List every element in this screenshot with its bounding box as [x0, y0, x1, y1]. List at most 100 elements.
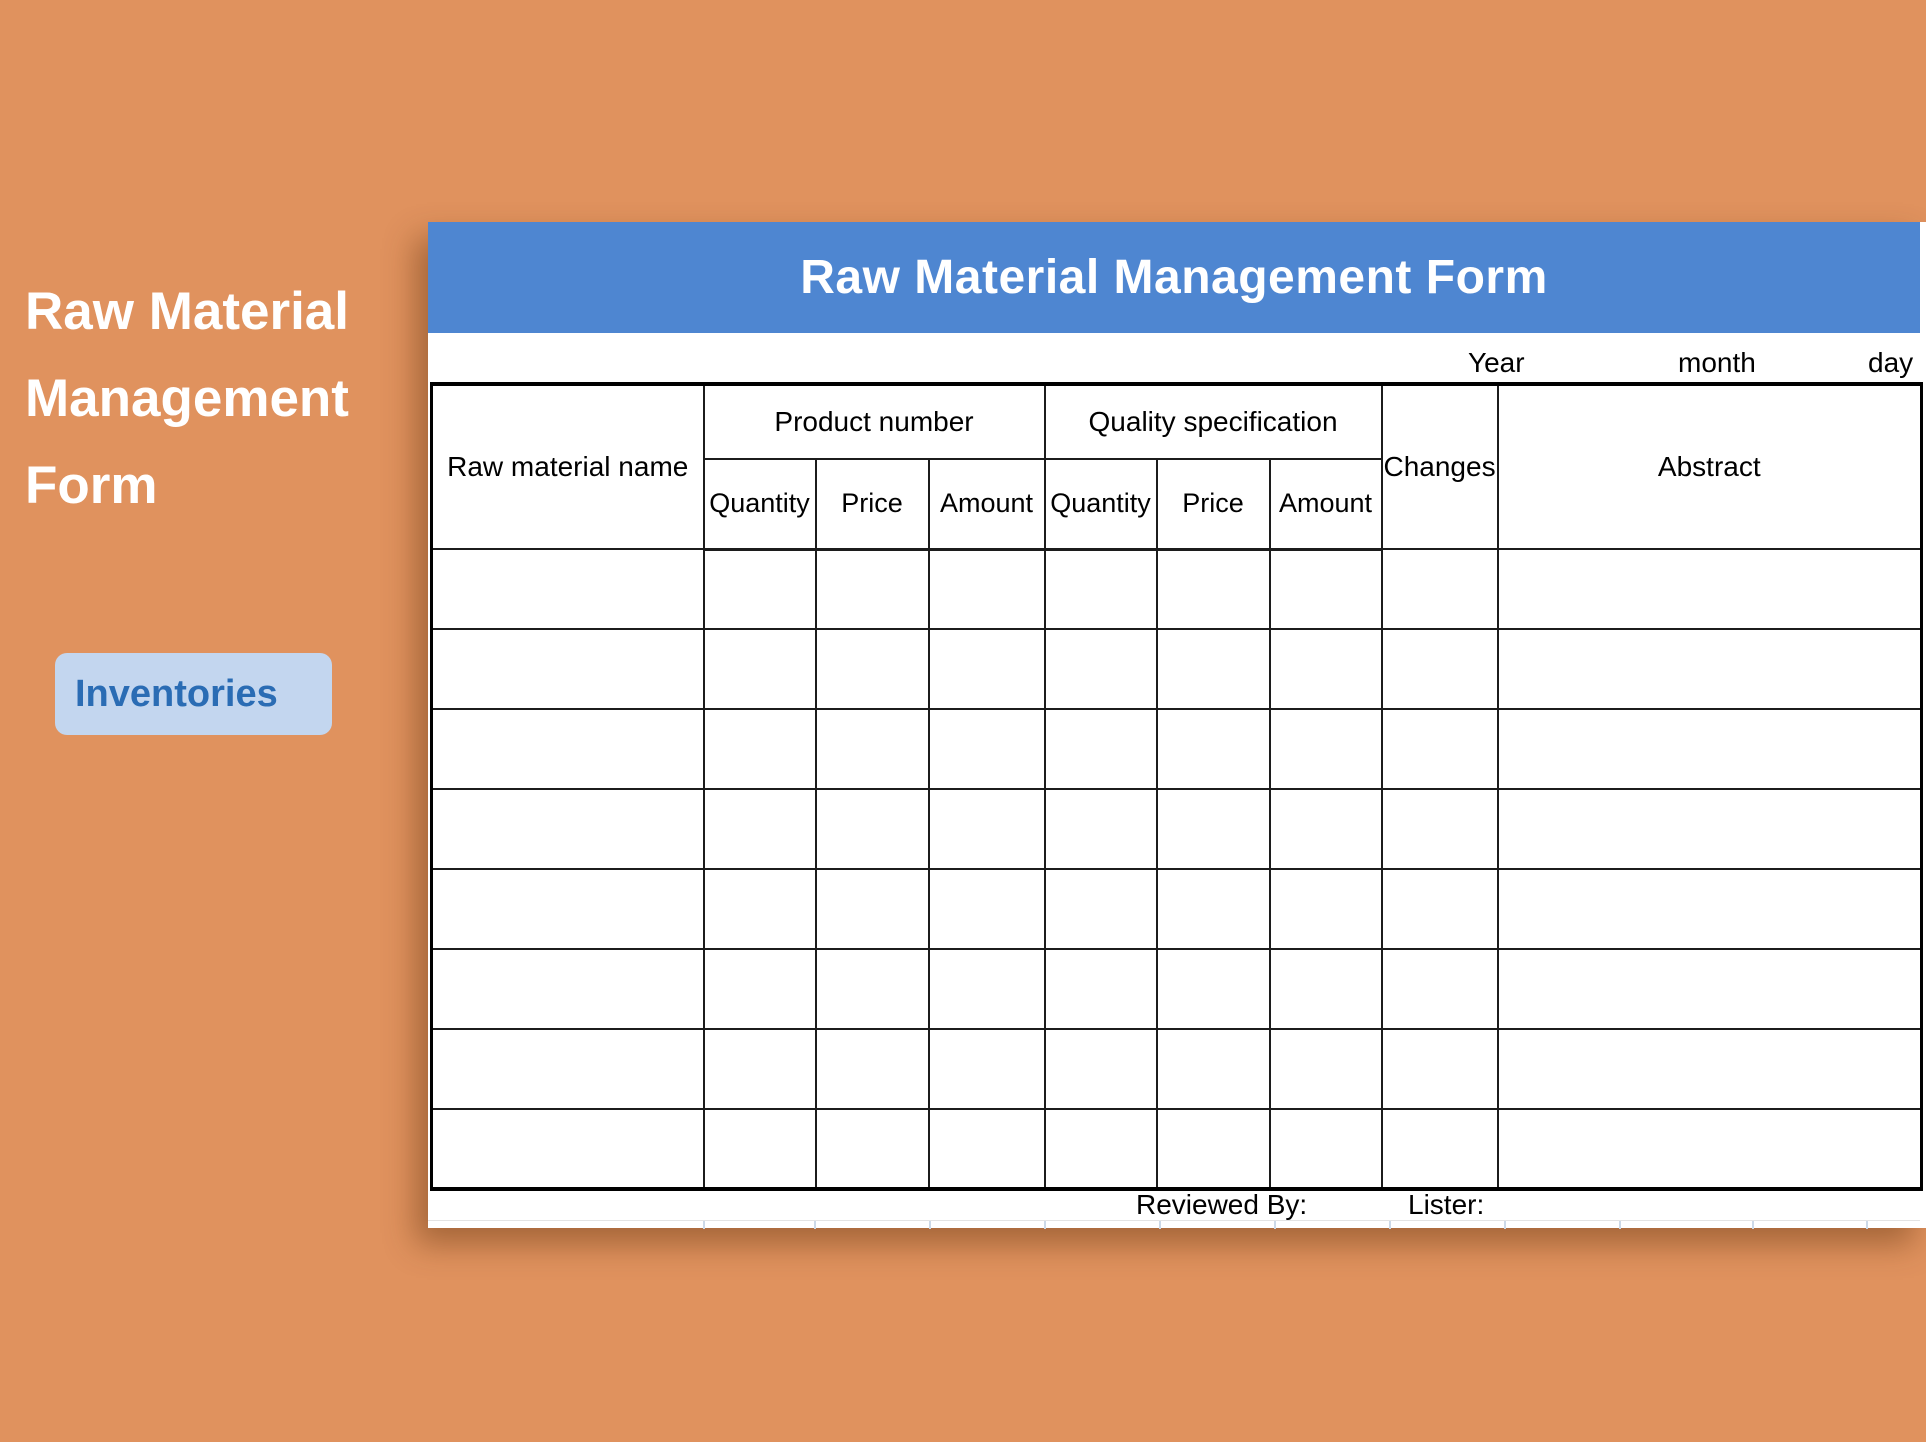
table-cell[interactable] — [927, 948, 1046, 1030]
table-cell[interactable] — [1043, 708, 1158, 790]
table-cell[interactable] — [927, 628, 1046, 710]
table-cell[interactable] — [814, 948, 930, 1030]
sheet-bottom-edge — [428, 1220, 1920, 1229]
sheet-title: Raw Material Management Form — [800, 251, 1548, 304]
hero-title-line-2: Management — [25, 369, 349, 428]
subheader-pn-amount: Amount — [927, 458, 1046, 551]
table-cell[interactable] — [1268, 788, 1383, 870]
table-cell[interactable] — [430, 708, 705, 790]
table-cell[interactable] — [1268, 708, 1383, 790]
table-cell[interactable] — [430, 788, 705, 870]
date-row: Year month day — [428, 333, 1920, 382]
table-cell[interactable] — [1155, 948, 1271, 1030]
table-cell[interactable] — [814, 868, 930, 950]
table-cell[interactable] — [1268, 868, 1383, 950]
table-cell[interactable] — [1496, 1108, 1923, 1190]
table-cell[interactable] — [1155, 548, 1271, 630]
grid-tick — [1159, 1221, 1161, 1229]
table-cell[interactable] — [1496, 548, 1923, 630]
grid-tick — [1752, 1221, 1754, 1229]
table-cell[interactable] — [702, 708, 817, 790]
table-cell[interactable] — [1155, 868, 1271, 950]
table-cell[interactable] — [430, 868, 705, 950]
grid-tick — [929, 1221, 931, 1229]
table-cell[interactable] — [927, 868, 1046, 950]
table-cell[interactable] — [1268, 1108, 1383, 1190]
table-cell[interactable] — [1155, 1028, 1271, 1110]
table-cell[interactable] — [702, 1028, 817, 1110]
table-cell[interactable] — [430, 1028, 705, 1110]
template-preview-canvas: { "hero": { "title_lines": ["Raw Materia… — [0, 0, 1926, 1442]
table-cell[interactable] — [1496, 948, 1923, 1030]
table-cell[interactable] — [702, 628, 817, 710]
table-cell[interactable] — [1155, 628, 1271, 710]
table-cell[interactable] — [1268, 948, 1383, 1030]
table-cell[interactable] — [1496, 708, 1923, 790]
table-row — [430, 788, 1923, 870]
table-cell[interactable] — [1380, 868, 1499, 950]
table-cell[interactable] — [1268, 548, 1383, 630]
table-cell[interactable] — [814, 708, 930, 790]
table-cell[interactable] — [430, 1108, 705, 1190]
table-cell[interactable] — [814, 628, 930, 710]
hero-title-line-1: Raw Material — [25, 282, 350, 341]
table-cell[interactable] — [927, 708, 1046, 790]
table-cell[interactable] — [1496, 628, 1923, 710]
table-cell[interactable] — [927, 788, 1046, 870]
table-cell[interactable] — [1380, 1108, 1499, 1190]
table-cell[interactable] — [1380, 788, 1499, 870]
grid-tick — [814, 1221, 816, 1229]
table-cell[interactable] — [1380, 948, 1499, 1030]
table-cell[interactable] — [1043, 1108, 1158, 1190]
table-cell[interactable] — [1043, 548, 1158, 630]
inventories-badge-label: Inventories — [75, 672, 278, 715]
table-cell[interactable] — [814, 1108, 930, 1190]
table-cell[interactable] — [702, 1108, 817, 1190]
table-cell[interactable] — [1496, 868, 1923, 950]
grid-tick — [1619, 1221, 1621, 1229]
table-cell[interactable] — [1155, 708, 1271, 790]
table-cell[interactable] — [814, 548, 930, 630]
table-cell[interactable] — [927, 1028, 1046, 1110]
table-cell[interactable] — [1043, 788, 1158, 870]
form-table: Raw material name Product number Quality… — [430, 382, 1924, 1191]
table-cell[interactable] — [1496, 788, 1923, 870]
table-cell[interactable] — [927, 1108, 1046, 1190]
table-row — [430, 1028, 1923, 1110]
table-cell[interactable] — [927, 548, 1046, 630]
grid-tick — [1274, 1221, 1276, 1229]
sheet-title-bar: Raw Material Management Form — [428, 222, 1920, 333]
table-cell[interactable] — [1268, 628, 1383, 710]
reviewed-by-label: Reviewed By: — [1136, 1189, 1308, 1220]
grid-tick — [703, 1221, 705, 1229]
year-label: Year — [1468, 347, 1525, 378]
spreadsheet: Raw Material Management Form Year month … — [428, 222, 1926, 1229]
table-cell[interactable] — [1380, 708, 1499, 790]
table-cell[interactable] — [1380, 548, 1499, 630]
table-cell[interactable] — [702, 868, 817, 950]
table-cell[interactable] — [1268, 1028, 1383, 1110]
table-cell[interactable] — [1043, 868, 1158, 950]
table-cell[interactable] — [430, 948, 705, 1030]
table-cell[interactable] — [702, 548, 817, 630]
grid-tick — [1389, 1221, 1391, 1229]
table-cell[interactable] — [1496, 1028, 1923, 1110]
table-cell[interactable] — [702, 788, 817, 870]
table-cell[interactable] — [1043, 948, 1158, 1030]
table-cell[interactable] — [814, 788, 930, 870]
header-abstract: Abstract — [1496, 383, 1923, 550]
table-cell[interactable] — [1380, 628, 1499, 710]
table-row — [430, 708, 1923, 790]
table-cell[interactable] — [1155, 1108, 1271, 1190]
day-label: day — [1868, 347, 1914, 378]
inventories-badge[interactable]: Inventories — [55, 653, 332, 735]
table-cell[interactable] — [814, 1028, 930, 1110]
table-cell[interactable] — [430, 548, 705, 630]
table-cell[interactable] — [430, 628, 705, 710]
table-cell[interactable] — [1043, 628, 1158, 710]
table-cell[interactable] — [702, 948, 817, 1030]
table-row — [430, 948, 1923, 1030]
table-cell[interactable] — [1380, 1028, 1499, 1110]
table-cell[interactable] — [1043, 1028, 1158, 1110]
table-cell[interactable] — [1155, 788, 1271, 870]
